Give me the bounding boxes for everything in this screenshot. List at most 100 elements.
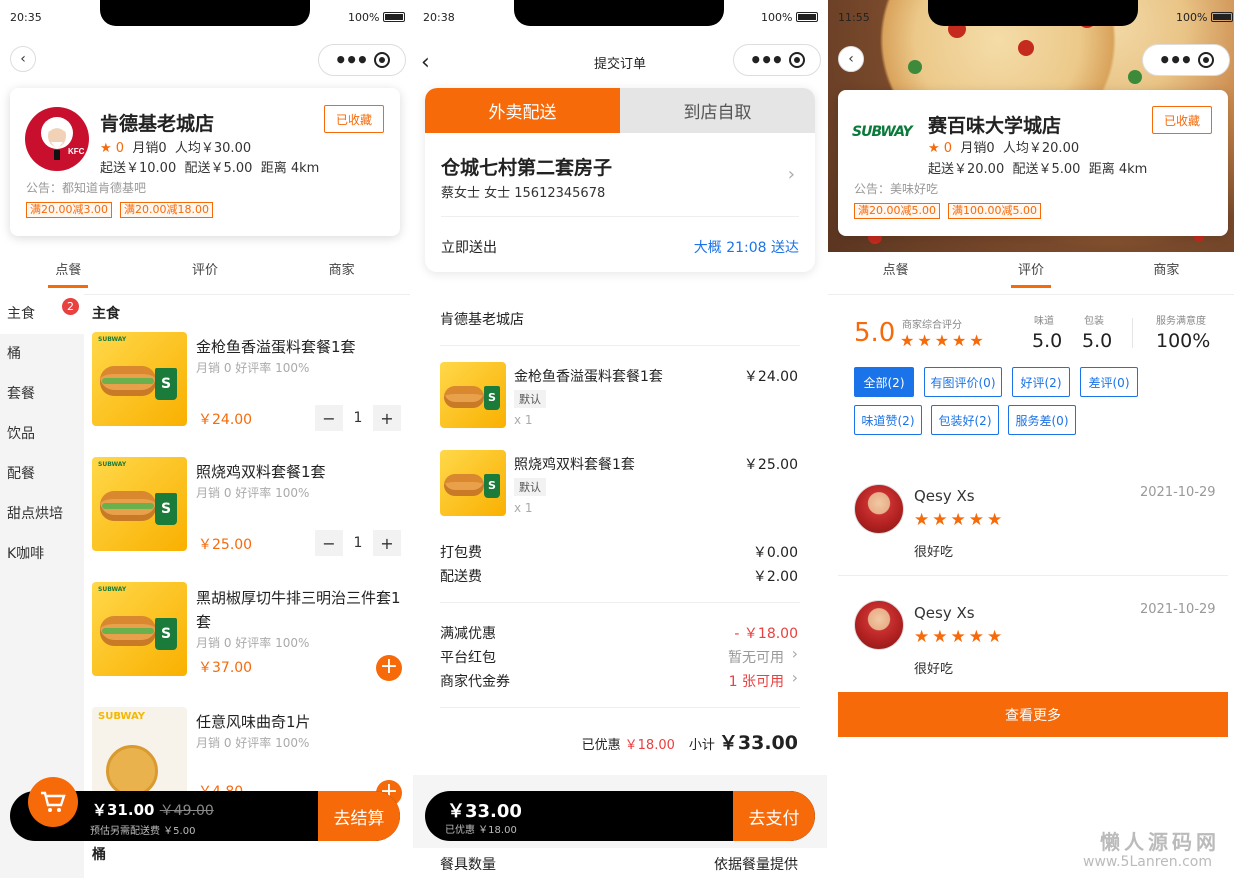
close-circle-icon[interactable] (1197, 52, 1214, 68)
notch (100, 0, 310, 26)
favorite-button[interactable]: 已收藏 (1152, 106, 1212, 134)
close-circle-icon[interactable] (788, 52, 805, 68)
checkout-button[interactable]: 去结算 (318, 791, 400, 841)
filter-chip[interactable]: 包装好(2) (931, 405, 999, 435)
category-item[interactable]: 配餐 (0, 454, 84, 494)
chevron-right-icon[interactable]: › (788, 164, 795, 185)
order-item-tag: 默认 (514, 478, 546, 496)
chevron-right-icon[interactable]: › (792, 668, 798, 687)
plus-button[interactable]: + (373, 405, 401, 431)
filter-chip[interactable]: 味道赞(2) (854, 405, 922, 435)
divider (440, 345, 800, 346)
tab-order[interactable]: 点餐 (828, 258, 963, 294)
category-item[interactable]: 饮品 (0, 414, 84, 454)
shop-distance: 距离 4km (260, 161, 320, 176)
watermark-title: 懒人源码网 (1100, 830, 1220, 854)
category-item[interactable]: 甜点烘培 (0, 494, 84, 534)
filter-chip[interactable]: 好评(2) (1012, 367, 1070, 397)
pack-label: 包装 (1084, 316, 1104, 327)
order-item-tag: 默认 (514, 390, 546, 408)
view-more-button[interactable]: 查看更多 (838, 692, 1228, 737)
tab-merchant[interactable]: 商家 (1099, 258, 1234, 294)
battery-text: 100% (761, 11, 793, 24)
filter-chip[interactable]: 差评(0) (1080, 367, 1138, 397)
product-image[interactable]: SUBWAY S (92, 332, 187, 426)
capsule-menu[interactable]: ••• (1142, 44, 1230, 76)
shop-rating-line: ★ 0 月销0 人均￥20.00 (928, 137, 1079, 156)
tab-merchant[interactable]: 商家 (273, 258, 410, 294)
service-label: 服务满意度 (1156, 316, 1206, 327)
category-item[interactable]: K咖啡 (0, 534, 84, 574)
capsule-menu[interactable]: ••• (318, 44, 406, 76)
minus-button[interactable]: − (315, 405, 343, 431)
product-name: 黑胡椒厚切牛排三明治三件套1套 (196, 589, 401, 631)
back-button[interactable]: ‹ (838, 46, 864, 72)
more-icon[interactable]: ••• (749, 50, 783, 70)
more-icon[interactable]: ••• (334, 50, 368, 70)
product-price: ￥37.00 (198, 660, 253, 676)
saved-label: 已优惠 (581, 738, 621, 753)
order-shop-name: 肯德基老城店 (440, 312, 524, 328)
eta-link[interactable]: 大概 21:08 送达 (694, 237, 799, 257)
tab-reviews[interactable]: 评价 (137, 258, 274, 294)
pay-button[interactable]: 去支付 (733, 791, 815, 841)
address-line[interactable]: 仓城七村第二套房子 (441, 153, 612, 180)
review-stars: ★★★★★ (914, 510, 1006, 530)
fee-label: 打包费 (440, 545, 482, 561)
divider (441, 216, 799, 217)
capsule-menu[interactable]: ••• (733, 44, 821, 76)
order-item-price: ￥24.00 (743, 369, 798, 385)
product-price: ￥25.00 (198, 537, 253, 553)
category-label: 主食 (7, 306, 35, 322)
category-item[interactable]: 套餐 (0, 374, 84, 414)
product-image[interactable]: SUBWAY S (92, 457, 187, 551)
pay-bar: ￥33.00 已优惠 ￥18.00 去支付 (425, 791, 815, 841)
cart-icon[interactable] (28, 777, 78, 827)
order-item-name: 照烧鸡双料套餐1套 (514, 457, 635, 473)
product-image[interactable]: SUBWAY S (92, 582, 187, 676)
shop-start: 起送￥10.00 (100, 161, 177, 176)
tab-pickup[interactable]: 到店自取 (620, 88, 815, 133)
status-battery: 100% (1176, 11, 1234, 24)
shop-card: KFC 肯德基老城店 ★ 0 月销0 人均￥30.00 起送￥10.00 配送￥… (10, 88, 400, 236)
category-item[interactable]: 主食 2 (0, 294, 84, 334)
add-to-cart-button[interactable]: + (376, 655, 402, 681)
shop-notice: 公告：美味好吃 (854, 182, 939, 196)
tab-delivery[interactable]: 外卖配送 (425, 88, 620, 133)
address-contact: 蔡女士 女士 15612345678 (441, 186, 606, 201)
taste-score: 5.0 (1032, 330, 1063, 352)
quantity-value: 1 (343, 530, 373, 556)
minus-button[interactable]: − (315, 530, 343, 556)
tab-reviews[interactable]: 评价 (963, 258, 1098, 294)
fee-value: ￥0.00 (752, 545, 798, 561)
product-name: 任意风味曲奇1片 (196, 713, 311, 731)
more-icon[interactable]: ••• (1158, 50, 1192, 70)
favorite-button[interactable]: 已收藏 (324, 105, 384, 133)
filter-chip[interactable]: 全部(2) (854, 367, 914, 397)
status-battery: 100% (761, 11, 819, 24)
plus-button[interactable]: + (373, 530, 401, 556)
voucher-value[interactable]: 1 张可用 (729, 671, 784, 691)
overall-stars: ★★★★★ (900, 331, 987, 350)
close-circle-icon[interactable] (373, 52, 390, 68)
shop-sales: 月销0 (132, 141, 167, 156)
category-item[interactable]: 桶 (0, 334, 84, 374)
section-title: 主食 (92, 306, 120, 322)
filter-chip[interactable]: 服务差(0) (1008, 405, 1076, 435)
product-name: 金枪鱼香溢蛋料套餐1套 (196, 338, 356, 356)
tab-order[interactable]: 点餐 (0, 258, 137, 294)
divider (1132, 318, 1133, 348)
back-button[interactable]: ‹ (10, 46, 36, 72)
chevron-right-icon[interactable]: › (792, 644, 798, 663)
product-image[interactable]: SUBWAY (92, 707, 187, 801)
menu-screen: 20:35 100% ‹ ••• KFC 肯德基老城店 ★ 0 月销0 人均￥3… (0, 0, 410, 878)
notch (514, 0, 724, 26)
shop-avg: 人均￥30.00 (174, 141, 252, 156)
shop-name: 赛百味大学城店 (928, 115, 1062, 137)
shop-delivery-line: 起送￥10.00 配送￥5.00 距离 4km (100, 157, 319, 176)
product-price: ￥24.00 (198, 412, 253, 428)
filter-chip[interactable]: 有图评价(0) (924, 367, 1002, 397)
red-packet-value[interactable]: 暂无可用 (728, 647, 784, 667)
cart-total-value: ￥31.00 (92, 801, 155, 819)
star-icon: ★ (928, 141, 940, 156)
